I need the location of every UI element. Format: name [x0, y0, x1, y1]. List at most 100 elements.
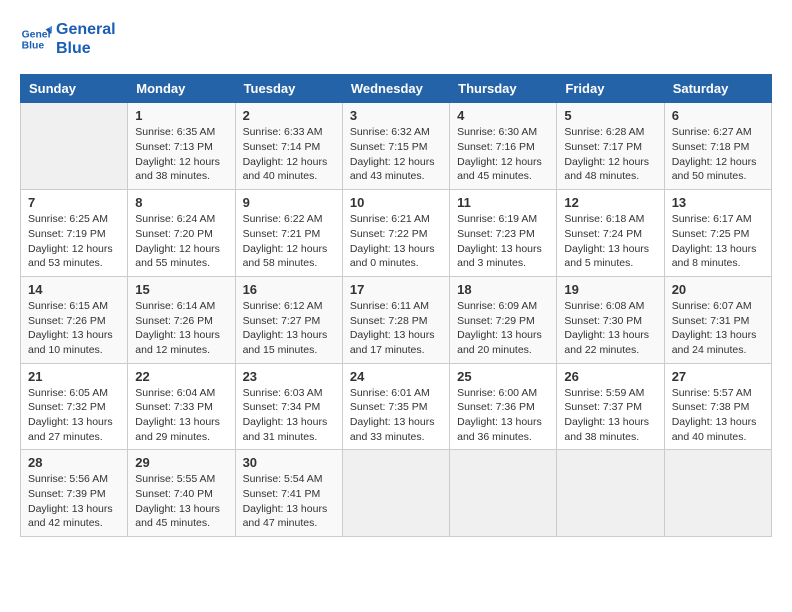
day-info: Sunrise: 6:01 AMSunset: 7:35 PMDaylight:…	[350, 386, 442, 445]
calendar-cell: 8 Sunrise: 6:24 AMSunset: 7:20 PMDaylight…	[128, 190, 235, 277]
column-header-friday: Friday	[557, 75, 664, 103]
day-info: Sunrise: 6:22 AMSunset: 7:21 PMDaylight:…	[243, 212, 335, 271]
calendar-cell: 17Sunrise: 6:11 AMSunset: 7:28 PMDayligh…	[342, 276, 449, 363]
calendar-cell: 3Sunrise: 6:32 AMSunset: 7:15 PMDaylight…	[342, 103, 449, 190]
day-info: Sunrise: 6:33 AMSunset: 7:14 PMDaylight:…	[243, 125, 335, 184]
calendar-cell	[450, 450, 557, 537]
day-number: 20	[672, 282, 764, 297]
calendar-cell: 15 Sunrise: 6:14 AMSunset: 7:26 PMDayligh…	[128, 276, 235, 363]
calendar-week-row: 1 Sunrise: 6:35 AMSunset: 7:13 PMDaylight…	[21, 103, 772, 190]
calendar-cell: 12 Sunrise: 6:18 AMSunset: 7:24 PMDayligh…	[557, 190, 664, 277]
day-info: Sunrise: 6:15 AMSunset: 7:26 PMDaylight:…	[28, 299, 120, 358]
logo-icon: General Blue	[20, 23, 52, 55]
day-number: 13	[672, 195, 764, 210]
calendar-cell: 13 Sunrise: 6:17 AMSunset: 7:25 PMDayligh…	[664, 190, 771, 277]
column-header-sunday: Sunday	[21, 75, 128, 103]
column-header-monday: Monday	[128, 75, 235, 103]
day-number: 18	[457, 282, 549, 297]
calendar-cell: 22Sunrise: 6:04 AMSunset: 7:33 PMDayligh…	[128, 363, 235, 450]
calendar-cell: 23Sunrise: 6:03 AMSunset: 7:34 PMDayligh…	[235, 363, 342, 450]
day-number: 16	[243, 282, 335, 297]
logo-text-general: General	[56, 20, 116, 39]
day-number: 23	[243, 369, 335, 384]
calendar-cell: 30 Sunrise: 5:54 AMSunset: 7:41 PMDayligh…	[235, 450, 342, 537]
day-info: Sunrise: 6:24 AMSunset: 7:20 PMDaylight:…	[135, 212, 227, 271]
calendar-cell: 11 Sunrise: 6:19 AMSunset: 7:23 PMDayligh…	[450, 190, 557, 277]
day-number: 10	[350, 195, 442, 210]
day-number: 14	[28, 282, 120, 297]
column-header-tuesday: Tuesday	[235, 75, 342, 103]
calendar-header-row: SundayMondayTuesdayWednesdayThursdayFrid…	[21, 75, 772, 103]
day-info: Sunrise: 6:05 AMSunset: 7:32 PMDaylight:…	[28, 386, 120, 445]
column-header-saturday: Saturday	[664, 75, 771, 103]
calendar-cell: 28Sunrise: 5:56 AMSunset: 7:39 PMDayligh…	[21, 450, 128, 537]
day-number: 22	[135, 369, 227, 384]
day-info: Sunrise: 6:21 AMSunset: 7:22 PMDaylight:…	[350, 212, 442, 271]
day-info: Sunrise: 6:35 AMSunset: 7:13 PMDaylight:…	[135, 125, 227, 184]
calendar-cell: 26 Sunrise: 5:59 AMSunset: 7:37 PMDayligh…	[557, 363, 664, 450]
calendar-week-row: 28Sunrise: 5:56 AMSunset: 7:39 PMDayligh…	[21, 450, 772, 537]
day-info: Sunrise: 6:09 AMSunset: 7:29 PMDaylight:…	[457, 299, 549, 358]
day-number: 19	[564, 282, 656, 297]
calendar-cell: 4 Sunrise: 6:30 AMSunset: 7:16 PMDaylight…	[450, 103, 557, 190]
day-number: 27	[672, 369, 764, 384]
day-info: Sunrise: 6:00 AMSunset: 7:36 PMDaylight:…	[457, 386, 549, 445]
day-number: 30	[243, 455, 335, 470]
calendar-cell: 24 Sunrise: 6:01 AMSunset: 7:35 PMDayligh…	[342, 363, 449, 450]
calendar-week-row: 14 Sunrise: 6:15 AMSunset: 7:26 PMDayligh…	[21, 276, 772, 363]
day-number: 24	[350, 369, 442, 384]
day-info: Sunrise: 6:25 AMSunset: 7:19 PMDaylight:…	[28, 212, 120, 271]
calendar-table: SundayMondayTuesdayWednesdayThursdayFrid…	[20, 74, 772, 537]
day-info: Sunrise: 5:54 AMSunset: 7:41 PMDaylight:…	[243, 472, 335, 531]
calendar-cell: 29Sunrise: 5:55 AMSunset: 7:40 PMDayligh…	[128, 450, 235, 537]
day-number: 1	[135, 108, 227, 123]
calendar-cell: 19 Sunrise: 6:08 AMSunset: 7:30 PMDayligh…	[557, 276, 664, 363]
calendar-cell: 6 Sunrise: 6:27 AMSunset: 7:18 PMDaylight…	[664, 103, 771, 190]
day-info: Sunrise: 6:12 AMSunset: 7:27 PMDaylight:…	[243, 299, 335, 358]
calendar-cell	[664, 450, 771, 537]
calendar-cell: 27 Sunrise: 5:57 AMSunset: 7:38 PMDayligh…	[664, 363, 771, 450]
calendar-cell: 9 Sunrise: 6:22 AMSunset: 7:21 PMDaylight…	[235, 190, 342, 277]
day-info: Sunrise: 6:30 AMSunset: 7:16 PMDaylight:…	[457, 125, 549, 184]
calendar-cell: 25Sunrise: 6:00 AMSunset: 7:36 PMDayligh…	[450, 363, 557, 450]
day-number: 9	[243, 195, 335, 210]
day-info: Sunrise: 5:56 AMSunset: 7:39 PMDaylight:…	[28, 472, 120, 531]
calendar-cell: 21 Sunrise: 6:05 AMSunset: 7:32 PMDayligh…	[21, 363, 128, 450]
day-number: 11	[457, 195, 549, 210]
day-number: 4	[457, 108, 549, 123]
day-info: Sunrise: 6:28 AMSunset: 7:17 PMDaylight:…	[564, 125, 656, 184]
calendar-cell: 18 Sunrise: 6:09 AMSunset: 7:29 PMDayligh…	[450, 276, 557, 363]
day-number: 17	[350, 282, 442, 297]
day-number: 26	[564, 369, 656, 384]
day-number: 15	[135, 282, 227, 297]
day-info: Sunrise: 5:59 AMSunset: 7:37 PMDaylight:…	[564, 386, 656, 445]
day-info: Sunrise: 6:18 AMSunset: 7:24 PMDaylight:…	[564, 212, 656, 271]
day-info: Sunrise: 5:55 AMSunset: 7:40 PMDaylight:…	[135, 472, 227, 531]
day-number: 7	[28, 195, 120, 210]
day-info: Sunrise: 5:57 AMSunset: 7:38 PMDaylight:…	[672, 386, 764, 445]
day-number: 21	[28, 369, 120, 384]
calendar-cell: 10 Sunrise: 6:21 AMSunset: 7:22 PMDayligh…	[342, 190, 449, 277]
calendar-cell: 5Sunrise: 6:28 AMSunset: 7:17 PMDaylight…	[557, 103, 664, 190]
column-header-thursday: Thursday	[450, 75, 557, 103]
day-info: Sunrise: 6:17 AMSunset: 7:25 PMDaylight:…	[672, 212, 764, 271]
day-info: Sunrise: 6:32 AMSunset: 7:15 PMDaylight:…	[350, 125, 442, 184]
svg-text:Blue: Blue	[22, 41, 45, 52]
day-info: Sunrise: 6:27 AMSunset: 7:18 PMDaylight:…	[672, 125, 764, 184]
day-number: 12	[564, 195, 656, 210]
logo-text-blue: Blue	[56, 39, 116, 58]
day-info: Sunrise: 6:14 AMSunset: 7:26 PMDaylight:…	[135, 299, 227, 358]
day-number: 6	[672, 108, 764, 123]
day-info: Sunrise: 6:08 AMSunset: 7:30 PMDaylight:…	[564, 299, 656, 358]
calendar-cell: 16 Sunrise: 6:12 AMSunset: 7:27 PMDayligh…	[235, 276, 342, 363]
calendar-cell: 1 Sunrise: 6:35 AMSunset: 7:13 PMDaylight…	[128, 103, 235, 190]
page-header: General Blue General Blue	[20, 20, 772, 58]
calendar-week-row: 7 Sunrise: 6:25 AMSunset: 7:19 PMDaylight…	[21, 190, 772, 277]
calendar-cell	[342, 450, 449, 537]
day-number: 8	[135, 195, 227, 210]
day-info: Sunrise: 6:19 AMSunset: 7:23 PMDaylight:…	[457, 212, 549, 271]
calendar-cell: 14 Sunrise: 6:15 AMSunset: 7:26 PMDayligh…	[21, 276, 128, 363]
logo: General Blue General Blue	[20, 20, 116, 58]
day-info: Sunrise: 6:07 AMSunset: 7:31 PMDaylight:…	[672, 299, 764, 358]
column-header-wednesday: Wednesday	[342, 75, 449, 103]
